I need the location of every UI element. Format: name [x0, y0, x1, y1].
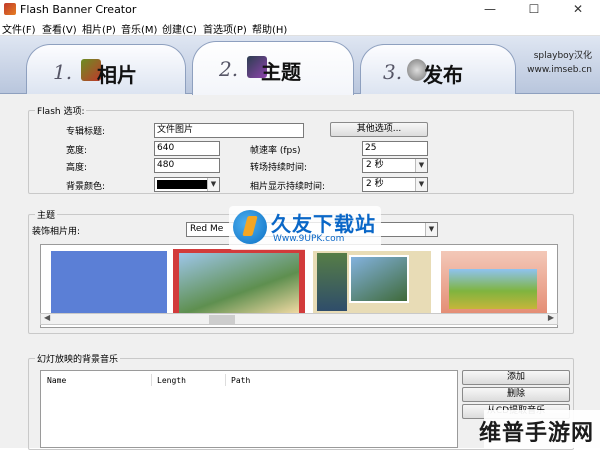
- close-icon[interactable]: ✕: [556, 0, 600, 19]
- width-input[interactable]: 640: [154, 141, 220, 156]
- theme-thumbnail-photo: [317, 253, 347, 311]
- column-divider: [151, 374, 152, 386]
- chevron-down-icon[interactable]: ▼: [415, 178, 427, 191]
- height-input[interactable]: 480: [154, 158, 220, 173]
- menu-help[interactable]: 帮助(H): [252, 21, 287, 36]
- menu-view[interactable]: 查看(V): [42, 21, 77, 36]
- tab-number: 1.: [53, 60, 73, 84]
- width-label: 宽度:: [66, 146, 88, 156]
- credit-line-1: splayboy汉化: [533, 51, 592, 61]
- background-color-picker[interactable]: ▼: [154, 177, 220, 192]
- theme-thumbnail-photo: [449, 269, 537, 309]
- column-name[interactable]: Name: [47, 376, 66, 385]
- watermark-site-url: Www.9UPK.com: [273, 234, 345, 244]
- album-title-label: 专辑标题:: [66, 127, 106, 137]
- music-list[interactable]: Name Length Path: [40, 370, 458, 448]
- menu-file[interactable]: 文件(F): [2, 21, 36, 36]
- step-tabs: 1. 相片 2. 主题 3. 发布 splayboy汉化 www.imseb.c…: [0, 36, 600, 95]
- other-options-button[interactable]: 其他选项...: [330, 122, 428, 137]
- scroll-left-icon[interactable]: ◀: [44, 313, 50, 322]
- photo-display-duration-select[interactable]: 2 秒 ▼: [362, 177, 428, 192]
- tab-publish[interactable]: 3. 发布: [360, 44, 516, 94]
- group-title: 主题: [35, 208, 58, 221]
- chevron-down-icon[interactable]: ▼: [415, 159, 427, 172]
- tab-theme[interactable]: 2. 主题: [192, 41, 354, 95]
- group-title: 幻灯放映的背景音乐: [35, 352, 121, 365]
- theme-thumbnail-plain[interactable]: [51, 251, 167, 315]
- theme-thumbnail-photo: [179, 253, 299, 313]
- minimize-icon[interactable]: —: [468, 0, 512, 19]
- decorate-label: 装饰相片用:: [32, 227, 81, 237]
- album-title-input[interactable]: 文件图片: [154, 123, 304, 138]
- add-music-button[interactable]: 添加: [462, 370, 570, 385]
- decoration-value: Red Me: [190, 224, 224, 234]
- corner-watermark-text: 维普手游网: [478, 421, 594, 446]
- framerate-input[interactable]: 25: [362, 141, 428, 156]
- credit-line-2: www.imseb.cn: [527, 65, 592, 75]
- delete-music-button[interactable]: 删除: [462, 387, 570, 402]
- theme-thumbnail-sunset[interactable]: [441, 251, 547, 315]
- menu-music[interactable]: 音乐(M): [121, 21, 157, 36]
- thumbnail-scrollbar[interactable]: ◀ ▶: [40, 313, 558, 325]
- site-logo-icon: [233, 210, 267, 244]
- tab-label: 相片: [97, 63, 137, 87]
- menu-preferences[interactable]: 首选项(P): [203, 21, 247, 36]
- group-title: Flash 选项:: [35, 104, 87, 117]
- transition-duration-value: 2 秒: [366, 160, 384, 170]
- scrollbar-thumb[interactable]: [209, 315, 235, 324]
- tab-number: 2.: [219, 57, 239, 81]
- chevron-down-icon[interactable]: ▼: [207, 178, 219, 191]
- color-swatch: [157, 180, 207, 189]
- chevron-down-icon[interactable]: ▼: [425, 223, 437, 236]
- theme-thumbnail-photo: [349, 255, 409, 303]
- menu-bar: 文件(F) 查看(V) 相片(P) 音乐(M) 创建(C) 首选项(P) 帮助(…: [0, 19, 600, 36]
- maximize-icon[interactable]: ☐: [512, 0, 556, 19]
- framerate-label: 帧速率 (fps): [250, 146, 301, 156]
- site-watermark: 久友下载站 Www.9UPK.com: [229, 206, 381, 250]
- photo-display-duration-label: 相片显示持续时间:: [250, 182, 326, 192]
- transition-duration-select[interactable]: 2 秒 ▼: [362, 158, 428, 173]
- transition-duration-label: 转场持续时间:: [250, 163, 308, 173]
- tab-photos[interactable]: 1. 相片: [26, 44, 186, 94]
- localizer-credit: splayboy汉化 www.imseb.cn: [527, 49, 592, 77]
- height-label: 高度:: [66, 163, 88, 173]
- scroll-right-icon[interactable]: ▶: [548, 313, 554, 322]
- theme-thumbnail-collage[interactable]: [313, 251, 431, 315]
- column-divider: [225, 374, 226, 386]
- watermark-site-name: 久友下载站: [271, 212, 376, 236]
- theme-thumbnail-red[interactable]: [173, 249, 305, 319]
- column-path[interactable]: Path: [231, 376, 250, 385]
- title-bar: Flash Banner Creator — ☐ ✕: [0, 0, 600, 19]
- app-icon: [4, 3, 16, 15]
- photo-display-duration-value: 2 秒: [366, 179, 384, 189]
- tab-number: 3.: [383, 60, 403, 84]
- window-title: Flash Banner Creator: [20, 3, 137, 16]
- main-panel: Flash 选项: 专辑标题: 文件图片 其他选项... 宽度: 640 帧速率…: [6, 96, 594, 450]
- corner-watermark: 维普手游网: [479, 410, 600, 448]
- menu-photo[interactable]: 相片(P): [82, 21, 116, 36]
- column-length[interactable]: Length: [157, 376, 186, 385]
- app-window: Flash Banner Creator — ☐ ✕ 文件(F) 查看(V) 相…: [0, 0, 600, 450]
- tab-label: 发布: [423, 63, 463, 87]
- tab-label: 主题: [261, 60, 301, 84]
- menu-create[interactable]: 创建(C): [162, 21, 197, 36]
- background-color-label: 背景颜色:: [66, 182, 106, 192]
